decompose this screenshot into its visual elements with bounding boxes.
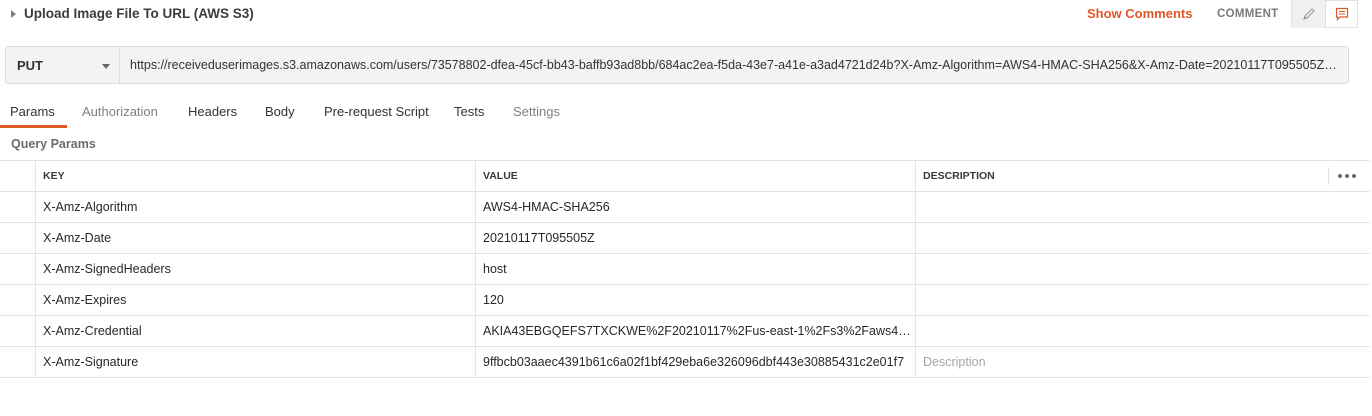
table-row: X-Amz-Signature 9ffbcb03aaec4391b61c6a02… [0, 347, 1370, 378]
url-value: https://receiveduserimages.s3.amazonaws.… [130, 58, 1342, 72]
row-handle[interactable] [0, 316, 36, 346]
divider [1328, 167, 1329, 185]
request-header: Upload Image File To URL (AWS S3) Show C… [0, 0, 1372, 30]
method-value: PUT [17, 58, 43, 73]
param-description[interactable] [916, 285, 1370, 315]
row-handle[interactable] [0, 192, 36, 222]
comment-icon [1335, 7, 1348, 21]
row-handle-column [0, 161, 36, 191]
more-options-icon[interactable] [1338, 169, 1356, 183]
param-key[interactable]: X-Amz-Expires [36, 285, 476, 315]
param-value[interactable]: AKIA43EBGQEFS7TXCKWE%2F20210117%2Fus-eas… [476, 316, 916, 346]
param-description-placeholder[interactable]: Description [916, 347, 1370, 377]
param-key[interactable]: X-Amz-SignedHeaders [36, 254, 476, 284]
edit-pencil-button[interactable] [1292, 0, 1325, 28]
url-input[interactable]: https://receiveduserimages.s3.amazonaws.… [120, 46, 1349, 84]
param-value[interactable]: host [476, 254, 916, 284]
query-params-table: KEY VALUE DESCRIPTION X-Amz-Algorithm AW… [0, 160, 1370, 378]
chevron-down-icon [102, 64, 110, 69]
param-value[interactable]: AWS4-HMAC-SHA256 [476, 192, 916, 222]
description-column-header: DESCRIPTION [923, 170, 995, 182]
row-handle[interactable] [0, 223, 36, 253]
table-row: X-Amz-SignedHeaders host [0, 254, 1370, 285]
tab-settings[interactable]: Settings [513, 104, 560, 119]
row-handle[interactable] [0, 254, 36, 284]
row-handle[interactable] [0, 347, 36, 377]
table-row: X-Amz-Expires 120 [0, 285, 1370, 316]
key-column-header: KEY [36, 161, 476, 191]
param-value[interactable]: 9ffbcb03aaec4391b61c6a02f1bf429eba6e3260… [476, 347, 916, 377]
tab-headers[interactable]: Headers [188, 104, 237, 119]
tab-authorization[interactable]: Authorization [82, 104, 158, 119]
show-comments-link[interactable]: Show Comments [1087, 6, 1192, 21]
tab-pre-request-script[interactable]: Pre-request Script [324, 104, 429, 119]
table-row: X-Amz-Credential AKIA43EBGQEFS7TXCKWE%2F… [0, 316, 1370, 347]
param-key[interactable]: X-Amz-Signature [36, 347, 476, 377]
param-description[interactable] [916, 223, 1370, 253]
param-key[interactable]: X-Amz-Credential [36, 316, 476, 346]
expand-caret-icon[interactable] [11, 10, 16, 18]
row-handle[interactable] [0, 285, 36, 315]
param-description[interactable] [916, 254, 1370, 284]
tab-body[interactable]: Body [265, 104, 295, 119]
param-description[interactable] [916, 316, 1370, 346]
comment-button[interactable]: COMMENT [1217, 8, 1279, 20]
value-column-header: VALUE [476, 161, 916, 191]
param-key[interactable]: X-Amz-Date [36, 223, 476, 253]
param-description[interactable] [916, 192, 1370, 222]
param-value[interactable]: 120 [476, 285, 916, 315]
tab-params[interactable]: Params [10, 104, 55, 119]
method-select[interactable]: PUT [5, 46, 120, 84]
param-value[interactable]: 20210117T095505Z [476, 223, 916, 253]
active-tab-indicator [0, 125, 67, 128]
table-row: X-Amz-Date 20210117T095505Z [0, 223, 1370, 254]
table-header-row: KEY VALUE DESCRIPTION [0, 161, 1370, 192]
comments-toggle-button[interactable] [1325, 0, 1358, 28]
tab-tests[interactable]: Tests [454, 104, 484, 119]
query-params-title: Query Params [11, 137, 96, 151]
request-tabs: Params Authorization Headers Body Pre-re… [0, 96, 1372, 128]
param-key[interactable]: X-Amz-Algorithm [36, 192, 476, 222]
table-row: X-Amz-Algorithm AWS4-HMAC-SHA256 [0, 192, 1370, 223]
request-title[interactable]: Upload Image File To URL (AWS S3) [24, 6, 254, 21]
pencil-icon [1302, 8, 1315, 20]
